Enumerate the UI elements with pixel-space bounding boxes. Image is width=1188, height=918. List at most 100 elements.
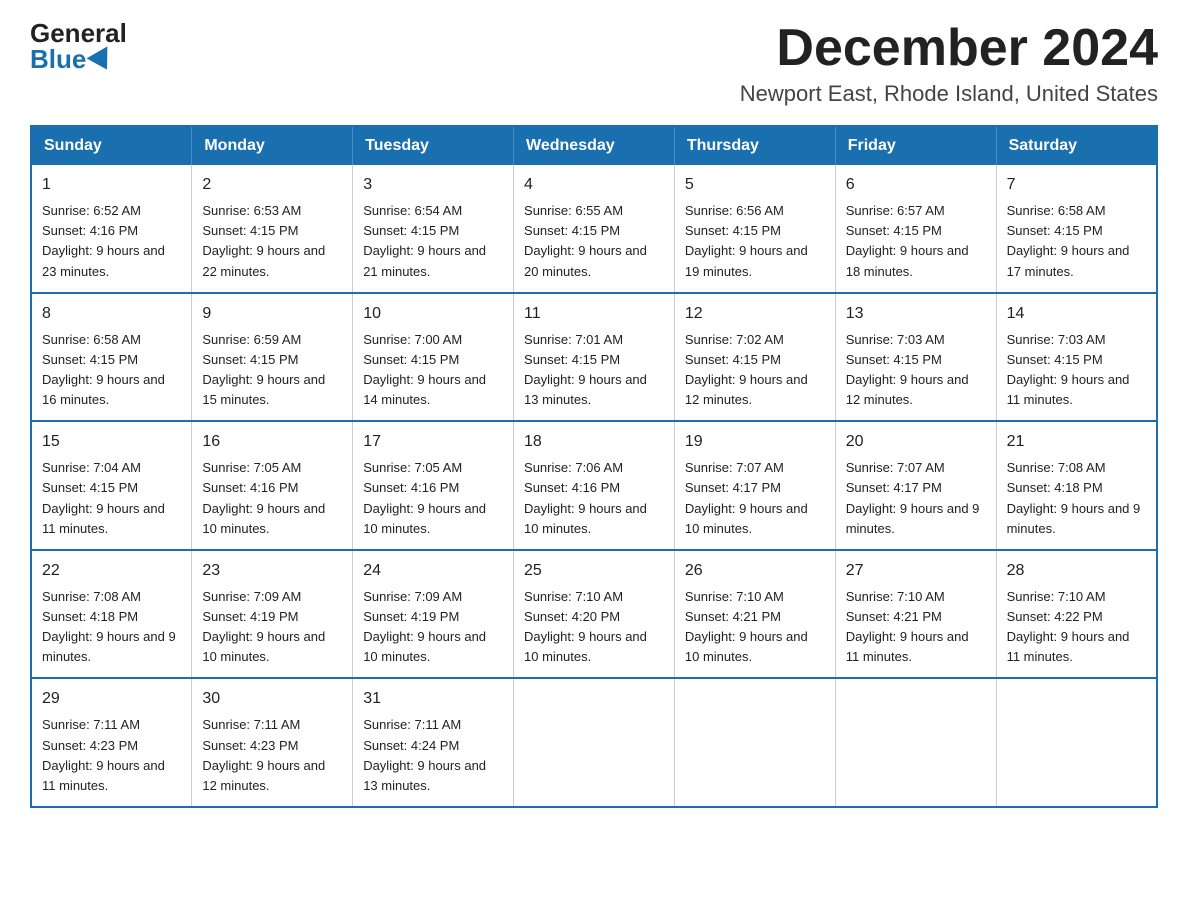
month-title: December 2024 [740, 20, 1158, 77]
day-number: 19 [685, 430, 825, 454]
day-info: Sunrise: 7:10 AMSunset: 4:22 PMDaylight:… [1007, 587, 1146, 668]
day-number: 26 [685, 559, 825, 583]
day-info: Sunrise: 7:05 AMSunset: 4:16 PMDaylight:… [202, 458, 342, 539]
day-number: 6 [846, 173, 986, 197]
calendar-cell: 4Sunrise: 6:55 AMSunset: 4:15 PMDaylight… [514, 165, 675, 293]
col-thursday: Thursday [674, 126, 835, 165]
day-number: 1 [42, 173, 181, 197]
calendar-cell: 15 Sunrise: 7:04 AMSunset: 4:15 PMDayligh… [31, 421, 192, 550]
day-info: Sunrise: 7:09 AMSunset: 4:19 PMDaylight:… [363, 587, 503, 668]
day-number: 15 [42, 430, 181, 454]
calendar-cell: 5Sunrise: 6:56 AMSunset: 4:15 PMDaylight… [674, 165, 835, 293]
day-number: 10 [363, 302, 503, 326]
day-info: Sunrise: 6:55 AMSunset: 4:15 PMDaylight:… [524, 201, 664, 282]
day-info: Sunrise: 7:10 AMSunset: 4:21 PMDaylight:… [846, 587, 986, 668]
day-info: Sunrise: 7:07 AMSunset: 4:17 PMDaylight:… [685, 458, 825, 539]
calendar-cell: 17Sunrise: 7:05 AMSunset: 4:16 PMDayligh… [353, 421, 514, 550]
location-title: Newport East, Rhode Island, United State… [740, 81, 1158, 107]
day-number: 23 [202, 559, 342, 583]
calendar-cell: 23 Sunrise: 7:09 AMSunset: 4:19 PMDayligh… [192, 550, 353, 679]
day-number: 9 [202, 302, 342, 326]
day-number: 14 [1007, 302, 1146, 326]
day-number: 28 [1007, 559, 1146, 583]
calendar-cell: 8 Sunrise: 6:58 AMSunset: 4:15 PMDaylight… [31, 293, 192, 422]
calendar-cell: 21 Sunrise: 7:08 AMSunset: 4:18 PMDayligh… [996, 421, 1157, 550]
calendar-cell: 31 Sunrise: 7:11 AMSunset: 4:24 PMDayligh… [353, 678, 514, 807]
logo-blue-text: Blue [30, 46, 114, 72]
calendar-cell [674, 678, 835, 807]
day-info: Sunrise: 6:59 AMSunset: 4:15 PMDaylight:… [202, 330, 342, 411]
calendar-cell: 2 Sunrise: 6:53 AMSunset: 4:15 PMDaylight… [192, 165, 353, 293]
week-row-3: 15 Sunrise: 7:04 AMSunset: 4:15 PMDayligh… [31, 421, 1157, 550]
col-wednesday: Wednesday [514, 126, 675, 165]
calendar-cell: 19 Sunrise: 7:07 AMSunset: 4:17 PMDayligh… [674, 421, 835, 550]
col-monday: Monday [192, 126, 353, 165]
day-number: 13 [846, 302, 986, 326]
day-number: 8 [42, 302, 181, 326]
day-number: 7 [1007, 173, 1146, 197]
calendar-cell: 26Sunrise: 7:10 AMSunset: 4:21 PMDayligh… [674, 550, 835, 679]
day-info: Sunrise: 7:03 AMSunset: 4:15 PMDaylight:… [1007, 330, 1146, 411]
day-number: 21 [1007, 430, 1146, 454]
day-info: Sunrise: 6:56 AMSunset: 4:15 PMDaylight:… [685, 201, 825, 282]
title-area: December 2024 Newport East, Rhode Island… [740, 20, 1158, 107]
page-header: General Blue December 2024 Newport East,… [30, 20, 1158, 107]
day-number: 16 [202, 430, 342, 454]
calendar-cell [835, 678, 996, 807]
calendar-cell: 20Sunrise: 7:07 AMSunset: 4:17 PMDayligh… [835, 421, 996, 550]
calendar-cell: 9 Sunrise: 6:59 AMSunset: 4:15 PMDaylight… [192, 293, 353, 422]
day-number: 29 [42, 687, 181, 711]
calendar-cell: 18Sunrise: 7:06 AMSunset: 4:16 PMDayligh… [514, 421, 675, 550]
day-info: Sunrise: 6:57 AMSunset: 4:15 PMDaylight:… [846, 201, 986, 282]
logo: General Blue [30, 20, 127, 72]
day-number: 25 [524, 559, 664, 583]
week-row-1: 1 Sunrise: 6:52 AMSunset: 4:16 PMDaylight… [31, 165, 1157, 293]
day-info: Sunrise: 7:04 AMSunset: 4:15 PMDaylight:… [42, 458, 181, 539]
calendar-cell: 1 Sunrise: 6:52 AMSunset: 4:16 PMDaylight… [31, 165, 192, 293]
calendar-cell: 24Sunrise: 7:09 AMSunset: 4:19 PMDayligh… [353, 550, 514, 679]
calendar-cell: 3 Sunrise: 6:54 AMSunset: 4:15 PMDaylight… [353, 165, 514, 293]
calendar-cell: 14 Sunrise: 7:03 AMSunset: 4:15 PMDayligh… [996, 293, 1157, 422]
day-info: Sunrise: 6:53 AMSunset: 4:15 PMDaylight:… [202, 201, 342, 282]
col-sunday: Sunday [31, 126, 192, 165]
day-number: 31 [363, 687, 503, 711]
calendar-cell: 10 Sunrise: 7:00 AMSunset: 4:15 PMDayligh… [353, 293, 514, 422]
day-info: Sunrise: 7:08 AMSunset: 4:18 PMDaylight:… [1007, 458, 1146, 539]
day-info: Sunrise: 7:00 AMSunset: 4:15 PMDaylight:… [363, 330, 503, 411]
logo-general-text: General [30, 20, 127, 46]
calendar-cell: 25 Sunrise: 7:10 AMSunset: 4:20 PMDayligh… [514, 550, 675, 679]
day-number: 27 [846, 559, 986, 583]
calendar-cell [514, 678, 675, 807]
day-number: 12 [685, 302, 825, 326]
day-info: Sunrise: 7:11 AMSunset: 4:24 PMDaylight:… [363, 715, 503, 796]
logo-triangle-icon [87, 46, 118, 75]
calendar-cell: 16 Sunrise: 7:05 AMSunset: 4:16 PMDayligh… [192, 421, 353, 550]
day-info: Sunrise: 6:52 AMSunset: 4:16 PMDaylight:… [42, 201, 181, 282]
calendar-table: Sunday Monday Tuesday Wednesday Thursday… [30, 125, 1158, 808]
day-number: 20 [846, 430, 986, 454]
day-info: Sunrise: 7:03 AMSunset: 4:15 PMDaylight:… [846, 330, 986, 411]
col-saturday: Saturday [996, 126, 1157, 165]
col-tuesday: Tuesday [353, 126, 514, 165]
calendar-cell: 11Sunrise: 7:01 AMSunset: 4:15 PMDayligh… [514, 293, 675, 422]
calendar-cell: 22Sunrise: 7:08 AMSunset: 4:18 PMDayligh… [31, 550, 192, 679]
day-info: Sunrise: 7:11 AMSunset: 4:23 PMDaylight:… [202, 715, 342, 796]
calendar-cell [996, 678, 1157, 807]
calendar-cell: 27 Sunrise: 7:10 AMSunset: 4:21 PMDayligh… [835, 550, 996, 679]
day-number: 17 [363, 430, 503, 454]
day-number: 22 [42, 559, 181, 583]
day-info: Sunrise: 6:58 AMSunset: 4:15 PMDaylight:… [42, 330, 181, 411]
day-number: 18 [524, 430, 664, 454]
day-info: Sunrise: 7:01 AMSunset: 4:15 PMDaylight:… [524, 330, 664, 411]
day-info: Sunrise: 7:02 AMSunset: 4:15 PMDaylight:… [685, 330, 825, 411]
day-number: 2 [202, 173, 342, 197]
day-info: Sunrise: 6:54 AMSunset: 4:15 PMDaylight:… [363, 201, 503, 282]
day-number: 3 [363, 173, 503, 197]
day-info: Sunrise: 7:10 AMSunset: 4:20 PMDaylight:… [524, 587, 664, 668]
day-info: Sunrise: 7:09 AMSunset: 4:19 PMDaylight:… [202, 587, 342, 668]
calendar-header-row: Sunday Monday Tuesday Wednesday Thursday… [31, 126, 1157, 165]
week-row-2: 8 Sunrise: 6:58 AMSunset: 4:15 PMDaylight… [31, 293, 1157, 422]
calendar-cell: 28 Sunrise: 7:10 AMSunset: 4:22 PMDayligh… [996, 550, 1157, 679]
calendar-cell: 7Sunrise: 6:58 AMSunset: 4:15 PMDaylight… [996, 165, 1157, 293]
calendar-cell: 13 Sunrise: 7:03 AMSunset: 4:15 PMDayligh… [835, 293, 996, 422]
